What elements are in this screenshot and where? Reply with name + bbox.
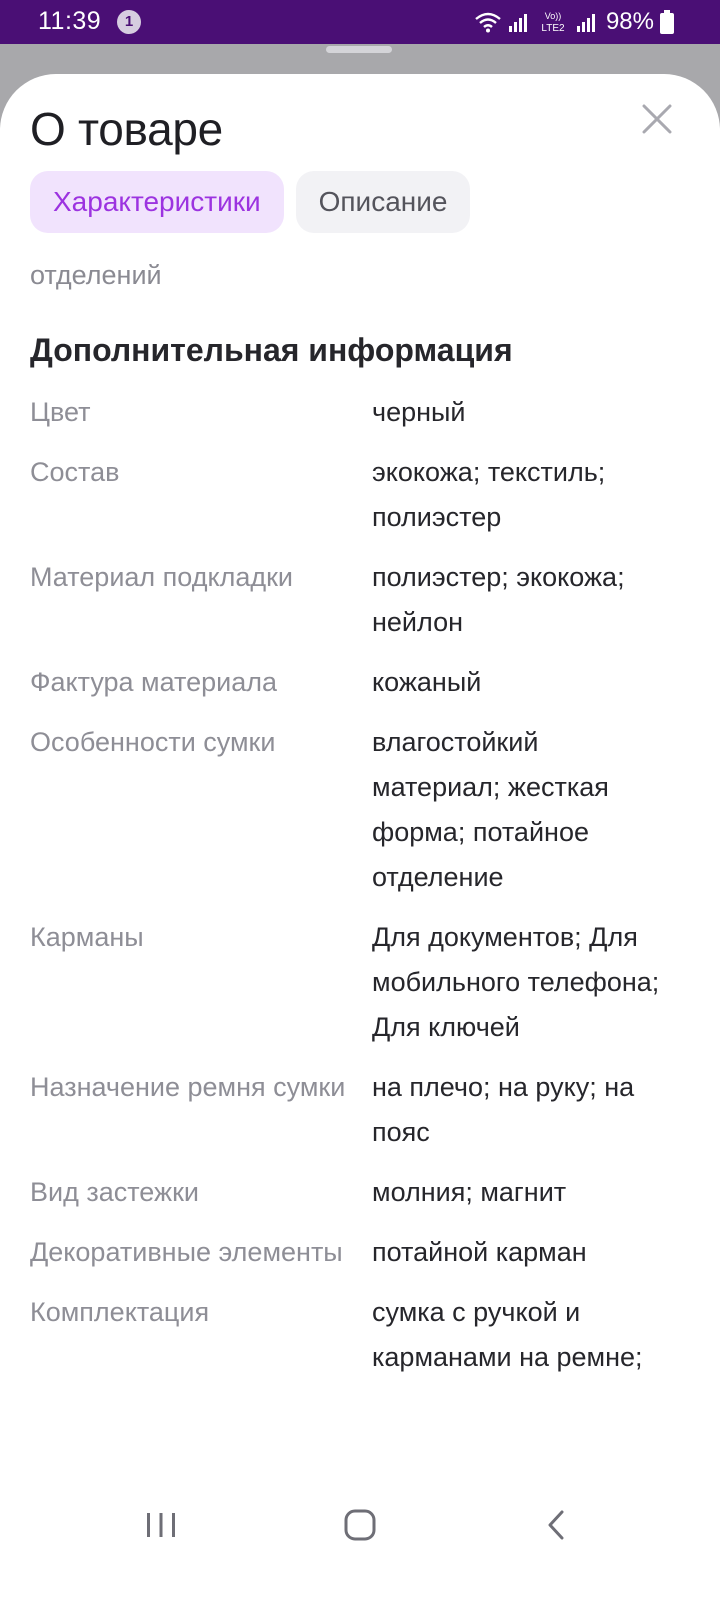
signal-icon-2 — [576, 14, 595, 32]
battery-icon — [660, 10, 674, 34]
spec-row: Вид застежки молния; магнит — [30, 1170, 680, 1215]
home-icon — [344, 1509, 376, 1541]
spec-value: потайной карман — [372, 1237, 587, 1267]
specs-list: Цвет черный Состав экокожа; текстиль; по… — [30, 390, 680, 1395]
notification-badge: 1 — [117, 10, 141, 34]
spec-row: Комплектация сумка с ручкой и карманами … — [30, 1290, 680, 1380]
sheet-grab-handle[interactable] — [326, 46, 392, 53]
recent-apps-icon — [147, 1513, 175, 1537]
battery-percent: 98% — [605, 8, 654, 35]
home-button[interactable] — [300, 1480, 420, 1570]
status-icons: Vo)) LTE2 98% — [474, 6, 674, 38]
svg-text:LTE2: LTE2 — [541, 23, 565, 34]
back-button[interactable] — [496, 1480, 616, 1570]
spec-value: сумка с ручкой и карманами на ремне; — [372, 1297, 643, 1372]
truncated-text: отделений — [30, 260, 162, 290]
spec-label: Комплектация — [30, 1297, 210, 1327]
signal-icon — [508, 14, 527, 32]
spec-value: на плечо; на руку; на пояс — [372, 1072, 635, 1147]
section-title: Дополнительная информация — [30, 332, 513, 368]
tabs: Характеристики Описание — [30, 171, 471, 233]
recent-apps-button[interactable] — [101, 1480, 221, 1570]
spec-value: влагостойкий материал; жесткая форма; по… — [372, 727, 609, 892]
spec-label: Декоративные элементы — [30, 1237, 343, 1267]
spec-label: Фактура материала — [30, 667, 278, 697]
tab-characteristics[interactable]: Характеристики — [30, 171, 284, 233]
back-icon — [548, 1510, 564, 1540]
spec-row: Состав экокожа; текстиль; полиэстер — [30, 450, 680, 540]
spec-value: экокожа; текстиль; полиэстер — [372, 457, 606, 532]
spec-label: Материал подкладки — [30, 562, 293, 592]
spec-value: молния; магнит — [372, 1177, 567, 1207]
spec-row: Карманы Для документов; Для мобильного т… — [30, 915, 680, 1050]
sheet-title: О товаре — [30, 103, 223, 155]
spec-label: Цвет — [30, 397, 91, 427]
spec-row: Фактура материала кожаный — [30, 660, 680, 705]
close-icon — [642, 104, 672, 134]
spec-value: полиэстер; экокожа; нейлон — [372, 562, 625, 637]
product-info-sheet: О товаре Характеристики Описание отделен… — [0, 74, 720, 1600]
spec-row: Назначение ремня сумки на плечо; на руку… — [30, 1065, 680, 1155]
spec-label: Состав — [30, 457, 120, 487]
spec-label: Вид застежки — [30, 1177, 199, 1207]
spec-value: Для документов; Для мобильного телефона;… — [372, 922, 660, 1042]
system-nav-bar — [0, 1480, 720, 1600]
lte-icon: Vo)) LTE2 — [541, 11, 565, 34]
svg-text:Vo)): Vo)) — [545, 11, 562, 21]
spec-value: черный — [372, 397, 466, 427]
spec-value: кожаный — [372, 667, 482, 697]
status-bar: 11:39 1 Vo)) LTE2 98% — [0, 0, 720, 44]
close-button[interactable] — [640, 102, 674, 136]
spec-label: Карманы — [30, 922, 144, 952]
spec-label: Назначение ремня сумки — [30, 1072, 346, 1102]
status-time: 11:39 — [38, 7, 102, 35]
spec-row: Декоративные элементы потайной карман — [30, 1230, 680, 1275]
spec-label: Особенности сумки — [30, 727, 276, 757]
spec-row: Материал подкладки полиэстер; экокожа; н… — [30, 555, 680, 645]
tab-description[interactable]: Описание — [295, 171, 471, 233]
spec-row: Цвет черный — [30, 390, 680, 435]
wifi-icon — [475, 12, 501, 33]
spec-row: Особенности сумки влагостойкий материал;… — [30, 720, 680, 900]
